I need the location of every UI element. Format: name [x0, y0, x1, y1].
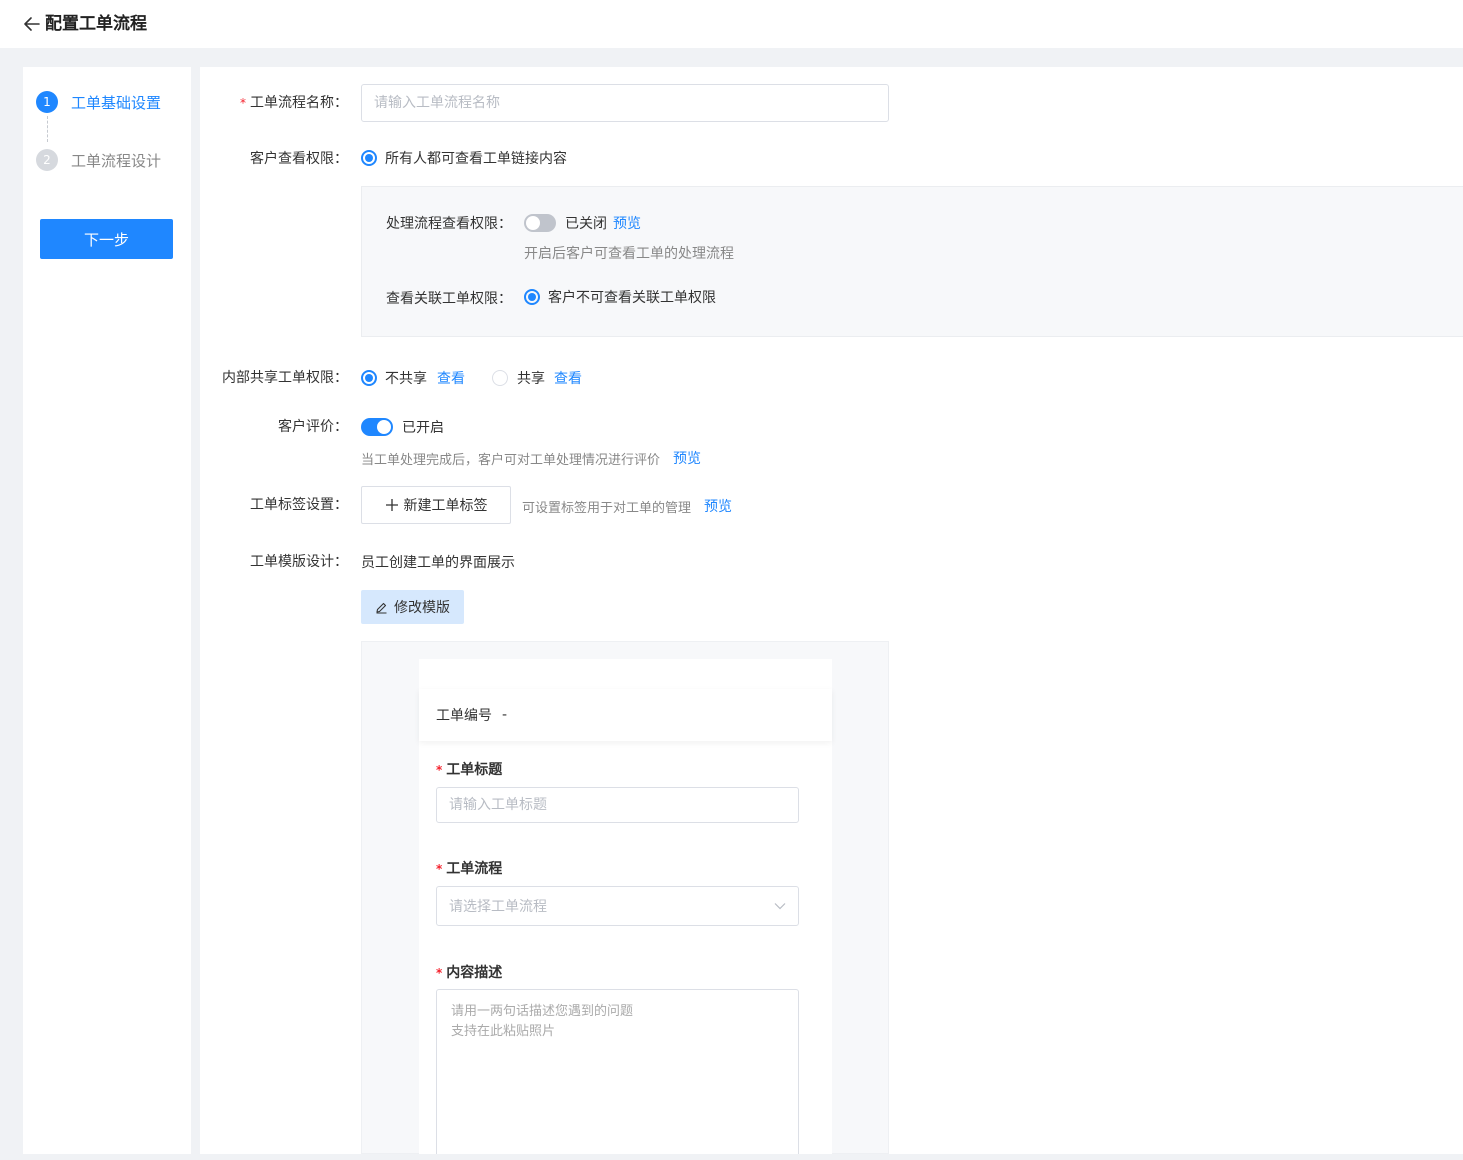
page-title: 配置工单流程	[45, 14, 147, 34]
rating-switch[interactable]	[361, 418, 393, 436]
rating-label: 客户评价：	[278, 419, 348, 435]
radio-checked-icon	[361, 150, 377, 166]
rating-hint: 当工单处理完成后，客户可对工单处理情况进行评价	[361, 452, 661, 468]
share-none-view-link[interactable]: 查看	[437, 368, 465, 388]
radio-unchecked-icon	[492, 370, 508, 386]
customer-view-label: 客户查看权限：	[250, 151, 348, 167]
ticket-desc-label: * 内容描述	[436, 965, 503, 981]
step-number-1: 1	[36, 91, 58, 113]
top-bar: 配置工单流程	[0, 0, 1463, 48]
step-number-2: 2	[36, 149, 58, 171]
step-connector	[47, 116, 48, 142]
process-view-row: 已关闭 预览	[524, 213, 641, 233]
edit-template-button[interactable]: 修改模版	[361, 590, 464, 624]
edit-pencil-icon	[376, 602, 387, 614]
rating-row: 已开启	[361, 417, 444, 437]
customer-view-subpanel: 处理流程查看权限： 已关闭 预览 开启后客户可查看工单的处理流程 查看关联工单权…	[361, 186, 1463, 337]
ticket-flow-select[interactable]: 请选择工单流程	[436, 886, 799, 926]
back-arrow-icon[interactable]	[22, 12, 42, 36]
ticket-number-header: 工单编号 -	[419, 689, 832, 741]
chevron-down-icon	[774, 903, 786, 910]
template-desc: 员工创建工单的界面展示	[361, 555, 515, 571]
ticket-desc-textarea[interactable]	[436, 989, 799, 1160]
plus-icon	[385, 499, 398, 511]
process-view-hint: 开启后客户可查看工单的处理流程	[524, 246, 734, 262]
share-option-share[interactable]: 共享	[492, 368, 545, 388]
new-tag-button[interactable]: 新建工单标签	[361, 486, 511, 524]
customer-view-radio[interactable]: 所有人都可查看工单链接内容	[361, 148, 567, 168]
share-view-link[interactable]: 查看	[554, 368, 582, 388]
process-view-switch[interactable]	[524, 214, 556, 232]
preview-card: 工单编号 - *工单标题 *工单流程 请选择工单流程 *内容描述	[419, 659, 832, 1160]
step-flow-design[interactable]: 2 工单流程设计	[36, 149, 161, 171]
step-basic-settings[interactable]: 1 工单基础设置	[36, 91, 161, 113]
process-view-preview-link[interactable]: 预览	[613, 213, 641, 233]
template-label: 工单模版设计：	[250, 554, 348, 570]
steps-sidebar: 1 工单基础设置 2 工单流程设计 下一步	[23, 67, 191, 1154]
rating-hint-row: 当工单处理完成后，客户可对工单处理情况进行评价 预览	[361, 448, 701, 468]
flow-name-label: * 工单流程名称：	[240, 95, 348, 111]
flow-name-input[interactable]	[361, 84, 889, 122]
internal-share-options: 不共享 查看 共享 查看	[361, 368, 582, 388]
bottom-edge	[0, 1154, 1463, 1160]
ticket-title-input[interactable]	[436, 787, 799, 823]
radio-checked-icon	[524, 289, 540, 305]
settings-form: *工单流程名称： 客户查看权限： 所有人都可查看工单链接内容 处理流程查看权限：…	[200, 67, 1463, 1160]
tags-hint-row: 可设置标签用于对工单的管理 预览	[522, 496, 732, 516]
process-view-label: 处理流程查看权限：	[386, 216, 512, 232]
radio-checked-icon	[361, 370, 377, 386]
share-option-none[interactable]: 不共享	[361, 368, 427, 388]
step-label-basic-settings: 工单基础设置	[71, 93, 162, 112]
template-preview: 工单编号 - *工单标题 *工单流程 请选择工单流程 *内容描述	[361, 641, 889, 1160]
next-step-button[interactable]: 下一步	[40, 219, 173, 259]
related-view-label: 查看关联工单权限：	[386, 291, 512, 307]
tags-hint: 可设置标签用于对工单的管理	[522, 500, 692, 516]
rating-preview-link[interactable]: 预览	[673, 448, 701, 468]
step-label-flow-design: 工单流程设计	[71, 151, 162, 170]
tags-preview-link[interactable]: 预览	[704, 496, 732, 516]
related-view-radio[interactable]: 客户不可查看关联工单权限	[524, 287, 716, 307]
ticket-title-label: * 工单标题	[436, 762, 503, 778]
ticket-flow-label: * 工单流程	[436, 861, 503, 877]
internal-share-label: 内部共享工单权限：	[222, 370, 348, 386]
header-divider	[6, 48, 1463, 67]
tags-label: 工单标签设置：	[250, 497, 348, 513]
